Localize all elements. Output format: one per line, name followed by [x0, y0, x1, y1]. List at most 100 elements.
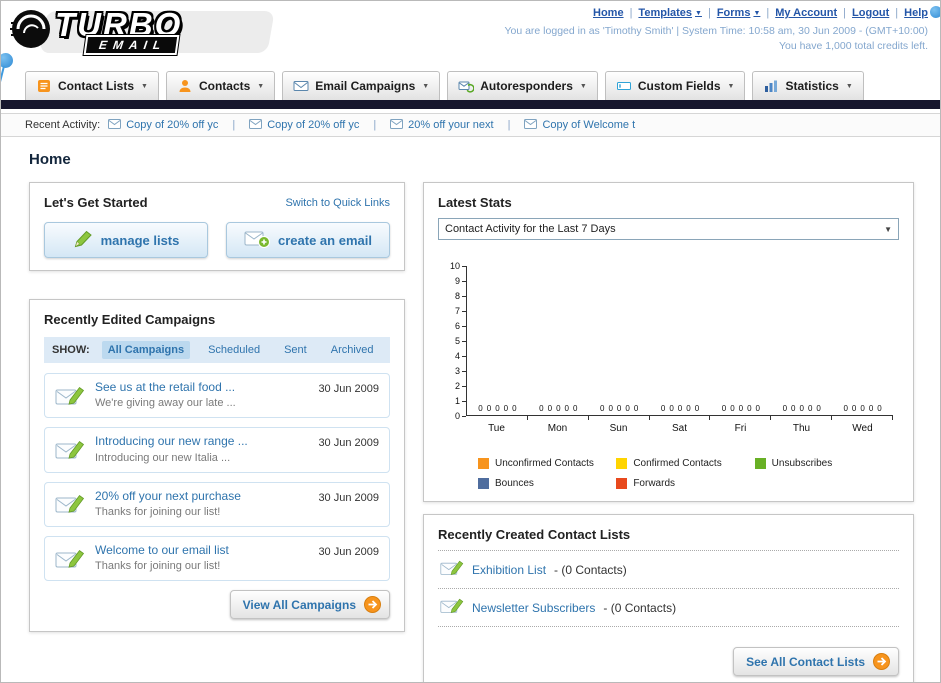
chart-value-label: 0: [868, 404, 874, 413]
see-all-contact-lists-button[interactable]: See All Contact Lists: [733, 647, 899, 676]
tab-custom-fields[interactable]: Custom Fields ▼: [604, 71, 746, 100]
switch-quick-links-link[interactable]: Switch to Quick Links: [285, 197, 390, 209]
tab-statistics[interactable]: Statistics ▼: [752, 71, 864, 100]
contact-activity-chart: 10 9 8 7 6 5 4 3 2 1 0 000000000000000000000000000…: [438, 261, 899, 489]
manage-lists-button[interactable]: manage lists: [44, 222, 208, 258]
chart-value-label: 0: [608, 404, 613, 413]
chart-bar-group: 00000: [710, 266, 772, 420]
email-campaigns-icon: [293, 78, 309, 94]
campaigns-panel: Recently Edited Campaigns SHOW: All Camp…: [29, 299, 405, 633]
filter-all-campaigns[interactable]: All Campaigns: [101, 341, 191, 359]
campaign-row[interactable]: See us at the retail food ... We're givi…: [44, 373, 390, 419]
chart-value-label: 0: [564, 404, 569, 413]
create-email-button[interactable]: create an email: [226, 222, 390, 258]
recent-activity-item[interactable]: Copy of Welcome t: [524, 118, 635, 132]
recent-activity-item[interactable]: Copy of 20% off yc: [249, 118, 359, 132]
chart-y-tick: 3: [455, 366, 466, 376]
caret-down-icon: ▼: [727, 82, 735, 90]
legend-item: Forwards: [616, 478, 754, 489]
contact-list-link[interactable]: Exhibition List: [472, 563, 546, 577]
logo-line2: EMAIL: [85, 37, 178, 54]
top-link-templates[interactable]: Templates ▼: [638, 7, 702, 19]
campaign-subtitle: Introducing our new Italia ...: [95, 451, 231, 464]
chart-x-labels: Tue Mon Sun Sat Fri Thu Wed: [466, 423, 893, 434]
chart-value-label: 0: [478, 404, 483, 413]
arrow-right-icon: [873, 653, 890, 670]
chart-value-label: 0: [556, 404, 561, 413]
campaign-link[interactable]: Welcome to our email list: [95, 542, 308, 559]
campaign-link[interactable]: Introducing our new range ...: [95, 433, 308, 450]
legend-item: Unsubscribes: [754, 458, 893, 469]
tab-contacts[interactable]: Contacts ▼: [165, 71, 276, 100]
caret-down-icon: ▼: [695, 9, 702, 17]
chart-value-label: 0: [512, 404, 517, 413]
chart-value-label: 0: [486, 404, 492, 413]
custom-fields-icon: [616, 78, 632, 94]
logo-text: TURBO EMAIL: [55, 5, 183, 54]
header-right: Home Templates▼ Forms▼ My Account Logout…: [504, 7, 928, 52]
campaign-date: 30 Jun 2009: [318, 383, 379, 395]
tab-autoresponders[interactable]: Autoresponders ▼: [447, 71, 598, 100]
chart-y-tick: 5: [455, 336, 466, 346]
chart-value-label: 0: [660, 404, 666, 413]
separator: [889, 7, 904, 19]
envelope-pencil-icon: [55, 439, 85, 461]
envelope-icon: [108, 118, 122, 132]
chart-y-tick: 9: [455, 276, 466, 286]
chart-y-tick: 6: [455, 321, 466, 331]
envelope-icon: [524, 118, 538, 132]
campaign-date: 30 Jun 2009: [318, 437, 379, 450]
recent-activity-item[interactable]: Copy of 20% off yc: [108, 118, 218, 132]
chart-value-label: 0: [616, 404, 622, 413]
recent-activity-item[interactable]: 20% off your next: [390, 118, 494, 132]
campaign-link[interactable]: 20% off your next purchase: [95, 488, 308, 505]
top-link-home[interactable]: Home: [593, 7, 624, 19]
chart-x-label: Sat: [671, 423, 687, 434]
top-link-forms[interactable]: Forms ▼: [717, 7, 761, 19]
legend-label: Bounces: [495, 478, 534, 489]
filter-sent[interactable]: Sent: [278, 341, 313, 359]
top-link-help[interactable]: Help: [904, 7, 928, 19]
logo-line1: TURBO: [55, 5, 183, 43]
tab-email-campaigns[interactable]: Email Campaigns ▼: [282, 71, 441, 100]
campaign-row[interactable]: 20% off your next purchase Thanks for jo…: [44, 481, 390, 527]
filter-archived[interactable]: Archived: [325, 341, 380, 359]
chart-value-label: 0: [755, 404, 760, 413]
top-link-my-account[interactable]: My Account: [775, 7, 837, 19]
separator: [367, 119, 382, 131]
contact-list-link[interactable]: Newsletter Subscribers: [472, 601, 595, 615]
legend-label: Confirmed Contacts: [633, 458, 722, 469]
tab-contact-lists[interactable]: Contact Lists ▼: [25, 71, 159, 100]
legend-item: Bounces: [478, 478, 616, 489]
chart-legend: Unconfirmed Contacts Confirmed Contacts Un…: [478, 458, 893, 489]
stats-period-select[interactable]: Contact Activity for the Last 7 Days ▼: [438, 218, 899, 240]
latest-stats-panel: Latest Stats Contact Activity for the La…: [423, 182, 914, 502]
envelope-pencil-icon: [440, 559, 464, 580]
view-all-campaigns-button[interactable]: View All Campaigns: [229, 590, 390, 620]
arrow-right-icon: [364, 596, 381, 614]
chart-value-label: 0: [686, 404, 691, 413]
legend-swatch: [616, 478, 628, 489]
campaign-row[interactable]: Welcome to our email list Thanks for joi…: [44, 535, 390, 582]
campaign-subtitle: Thanks for joining our list!: [95, 506, 221, 519]
campaign-row[interactable]: Introducing our new range ... Introducin…: [44, 427, 390, 473]
login-status: You are logged in as 'Timothy Smith' | S…: [504, 25, 928, 37]
envelope-pencil-icon: [55, 493, 85, 515]
chart-value-label: 0: [677, 404, 683, 413]
recent-activity-label: Recent Activity:: [25, 119, 101, 131]
chart-value-label: 0: [495, 404, 500, 413]
chart-y-axis: 10 9 8 7 6 5 4 3 2 1 0: [440, 261, 466, 421]
separator: [624, 7, 639, 19]
campaign-link[interactable]: See us at the retail food ...: [95, 379, 308, 396]
chart-y-tick: 1: [455, 396, 466, 406]
top-link-logout[interactable]: Logout: [852, 7, 889, 19]
campaign-subtitle: Thanks for joining our list!: [95, 560, 221, 573]
logo-swirl-icon: [9, 7, 53, 56]
page: TURBO EMAIL Home Templates▼ Forms▼ My Ac…: [0, 0, 941, 683]
filter-scheduled[interactable]: Scheduled: [202, 341, 266, 359]
chart-value-label: 0: [669, 404, 674, 413]
chart-value-label: 0: [721, 404, 727, 413]
chart-value-label: 0: [877, 404, 882, 413]
recent-activity-bar: Recent Activity: Copy of 20% off yc Copy…: [1, 113, 940, 137]
separator: [837, 7, 852, 19]
